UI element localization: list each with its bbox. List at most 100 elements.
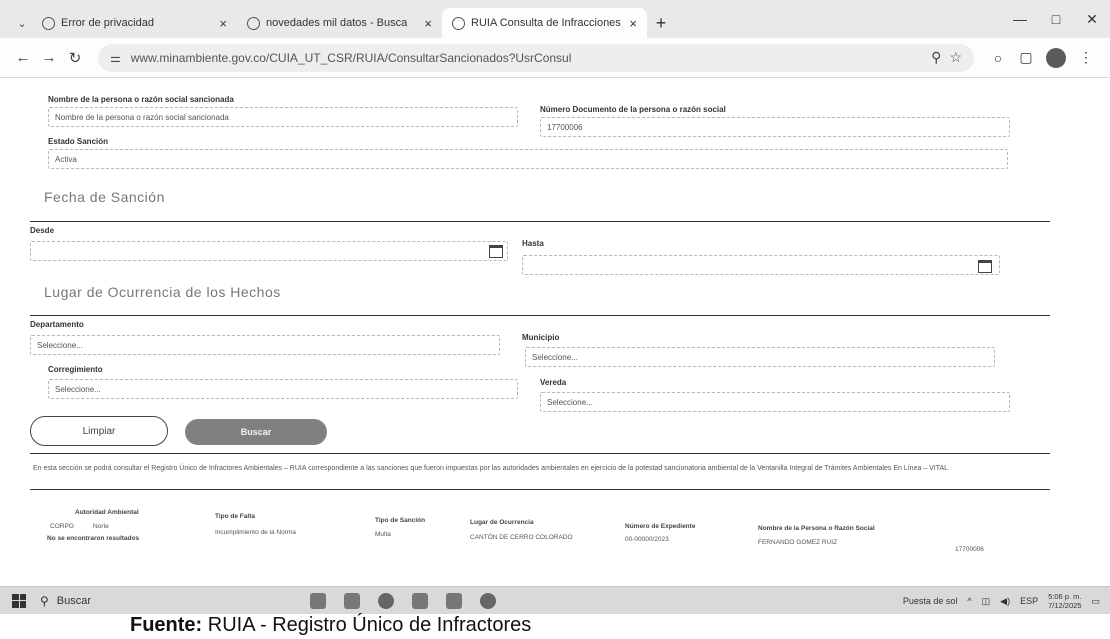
- search-engine-icon: [247, 16, 260, 30]
- dept-label: Departamento: [30, 320, 84, 329]
- zoom-icon[interactable]: ⚲: [931, 49, 941, 66]
- site-favicon-icon: [452, 16, 465, 30]
- reload-icon[interactable]: ↻: [62, 45, 88, 71]
- tab-privacy-error[interactable]: Error de privacidad ×: [32, 8, 237, 38]
- file-explorer-icon[interactable]: [310, 592, 326, 609]
- system-tray: Puesta de sol ^ ◫ ◀) ESP 5:06 p. m. 7/12…: [903, 587, 1100, 615]
- page-content: Nombre de la persona o razón social sanc…: [0, 79, 1110, 564]
- forward-icon[interactable]: →: [36, 45, 62, 71]
- tab-title: Error de privacidad: [61, 17, 154, 29]
- weather-widget[interactable]: Puesta de sol: [903, 596, 958, 606]
- col-header-person-name[interactable]: Nombre de la Persona o Razón Social: [758, 525, 875, 532]
- tab-search-chevron-icon[interactable]: ⌄: [12, 8, 32, 38]
- info-paragraph: En esta sección se podrá consultar el Re…: [33, 465, 949, 472]
- table-cell: CANTÓN DE CERRO COLORADO: [470, 534, 573, 541]
- menu-kebab-icon[interactable]: ⋮: [1072, 44, 1100, 72]
- tab-search[interactable]: novedades mil datos - Busca ×: [237, 8, 442, 38]
- from-label: Desde: [30, 226, 55, 235]
- store-icon[interactable]: [446, 592, 462, 609]
- tab-close-icon[interactable]: ×: [629, 16, 637, 31]
- col-header-file-number[interactable]: Número de Expediente: [625, 523, 695, 530]
- address-bar[interactable]: ⚌ www.minambiente.gov.co/CUIA_UT_CSR/RUI…: [98, 43, 974, 72]
- mail-icon[interactable]: [344, 592, 360, 609]
- warning-icon: [42, 16, 55, 30]
- tab-close-icon[interactable]: ×: [219, 16, 227, 31]
- section-title-date: Fecha de Sanción: [44, 189, 165, 205]
- clock-time: 5:06 p. m.: [1048, 592, 1082, 601]
- close-window-icon[interactable]: ✕: [1074, 0, 1110, 38]
- caption-bold: Fuente:: [130, 614, 203, 636]
- correg-label: Corregimiento: [48, 365, 103, 374]
- source-caption: Fuente: RUIA - Registro Único de Infract…: [130, 614, 531, 637]
- photos-icon[interactable]: [412, 592, 428, 609]
- vereda-label: Vereda: [540, 378, 567, 387]
- col-header-sanction-type[interactable]: Tipo de Sanción: [375, 517, 425, 524]
- browser-tab-bar: ⌄ Error de privacidad × novedades mil da…: [0, 0, 1110, 38]
- new-tab-button[interactable]: +: [647, 8, 675, 38]
- name-input[interactable]: Nombre de la persona o razón social sanc…: [48, 107, 518, 127]
- department-select[interactable]: Seleccione...: [30, 335, 500, 355]
- windows-start-icon[interactable]: [12, 593, 26, 608]
- section-divider: [30, 489, 1050, 490]
- status-select[interactable]: Activa: [48, 149, 1008, 169]
- vereda-select[interactable]: Seleccione...: [540, 392, 1010, 412]
- notification-icon[interactable]: ▭: [1091, 596, 1100, 607]
- col-header-fault-type[interactable]: Tipo de Falta: [215, 513, 255, 520]
- taskbar-search-label: Buscar: [56, 594, 92, 607]
- back-icon[interactable]: ←: [10, 45, 36, 71]
- volume-icon[interactable]: ◀): [1000, 596, 1010, 607]
- os-taskbar: ⚲ Buscar Puesta de sol ^ ◫ ◀) ESP 5:06 p…: [0, 586, 1110, 614]
- clock[interactable]: 5:06 p. m. 7/12/2025: [1048, 592, 1081, 610]
- clock-date: 7/12/2025: [1048, 601, 1082, 610]
- section-title-place: Lugar de Ocurrencia de los Hechos: [44, 284, 281, 300]
- table-cell: Norte: [93, 523, 109, 530]
- bookmark-star-icon[interactable]: ☆: [949, 49, 962, 66]
- corregimiento-select[interactable]: Seleccione...: [48, 379, 518, 399]
- search-button[interactable]: Buscar: [185, 419, 327, 445]
- tab-title: novedades mil datos - Busca: [266, 17, 408, 29]
- table-cell: Multa: [375, 531, 391, 538]
- network-icon[interactable]: ◫: [982, 596, 991, 607]
- calendar-icon[interactable]: [978, 260, 992, 273]
- tab-close-icon[interactable]: ×: [424, 16, 432, 31]
- tray-chevron-icon[interactable]: ^: [967, 596, 971, 606]
- table-cell: 00-00000/2023: [625, 536, 669, 543]
- window-controls: — □ ✕: [1002, 0, 1110, 38]
- tab-title: RUIA Consulta de Infracciones: [471, 17, 621, 29]
- extension-icon[interactable]: ○: [984, 44, 1012, 72]
- to-label: Hasta: [522, 239, 544, 248]
- doc-input[interactable]: 17700006: [540, 117, 1010, 137]
- search-icon: ⚲: [40, 593, 49, 608]
- status-label: Estado Sanción: [48, 137, 109, 146]
- chrome-icon[interactable]: [378, 592, 394, 609]
- minimize-icon[interactable]: —: [1002, 0, 1038, 38]
- section-divider: [30, 453, 1050, 454]
- municipality-select[interactable]: Seleccione...: [525, 347, 995, 367]
- table-cell: 17700006: [955, 546, 984, 553]
- browser-toolbar: ← → ↻ ⚌ www.minambiente.gov.co/CUIA_UT_C…: [0, 38, 1110, 78]
- sidepanel-icon[interactable]: ▢: [1012, 44, 1040, 72]
- maximize-icon[interactable]: □: [1038, 0, 1074, 38]
- table-cell: FERNANDO GOMEZ RUIZ: [758, 539, 838, 546]
- col-header-authority[interactable]: Autoridad Ambiental: [75, 509, 139, 516]
- from-date-input[interactable]: [30, 241, 508, 261]
- table-cell: Incumplimiento de la Norma: [215, 529, 296, 536]
- tab-ruia[interactable]: RUIA Consulta de Infracciones ×: [442, 8, 647, 38]
- clear-button[interactable]: Limpiar: [30, 416, 168, 446]
- col-header-location[interactable]: Lugar de Ocurrencia: [470, 519, 534, 526]
- browser-icon[interactable]: [480, 592, 496, 609]
- taskbar-apps: [310, 592, 496, 609]
- table-cell: CORPO: [50, 523, 74, 530]
- caption-text: RUIA - Registro Único de Infractores: [202, 614, 532, 636]
- muni-label: Municipio: [522, 333, 560, 342]
- calendar-icon[interactable]: [489, 245, 503, 258]
- profile-avatar[interactable]: [1046, 47, 1066, 68]
- section-divider: [30, 221, 1050, 222]
- site-info-icon[interactable]: ⚌: [110, 51, 121, 65]
- url-text[interactable]: www.minambiente.gov.co/CUIA_UT_CSR/RUIA/…: [131, 51, 923, 65]
- to-date-input[interactable]: [522, 255, 1000, 275]
- language-indicator[interactable]: ESP: [1020, 596, 1038, 606]
- section-divider: [30, 315, 1050, 316]
- taskbar-search[interactable]: ⚲ Buscar: [40, 594, 230, 608]
- empty-results-message: No se encontraron resultados: [47, 535, 140, 542]
